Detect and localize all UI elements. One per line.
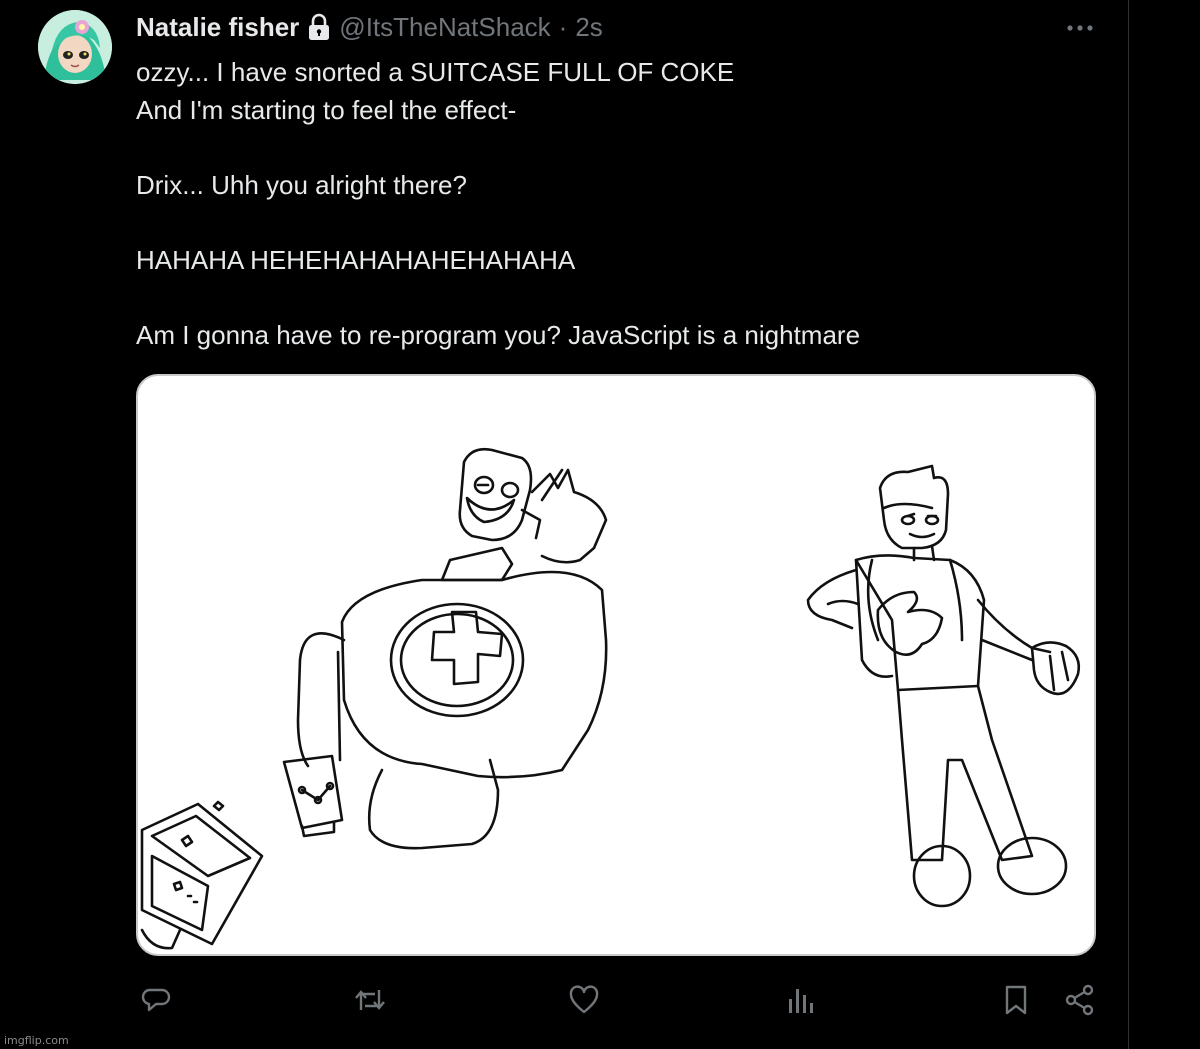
- tweet-actions: [136, 980, 1100, 1020]
- tweet-line: HAHAHA HEHEHAHAHAHEHAHAHA: [136, 244, 576, 275]
- tweet-line: [136, 279, 1116, 317]
- retweet-icon[interactable]: [350, 980, 390, 1020]
- tweet-line: [136, 204, 1116, 242]
- tweet-page: Natalie fisher @ItsTheNatShack · 2s ozzy…: [0, 0, 1200, 1049]
- views-icon[interactable]: [780, 980, 820, 1020]
- tweet-line: Drix... Uhh you alright there?: [136, 169, 467, 200]
- author-name[interactable]: Natalie fisher: [136, 12, 299, 43]
- tweet-line: Am I gonna have to re-program you? JavaS…: [136, 319, 861, 350]
- share-icon[interactable]: [1060, 980, 1100, 1020]
- reply-icon[interactable]: [136, 980, 176, 1020]
- more-icon[interactable]: [1060, 12, 1100, 44]
- tweet-media-image[interactable]: [136, 374, 1096, 956]
- human-drawing: [806, 464, 1081, 908]
- tweet-line: ozzy... I have snorted a SUITCASE FULL O…: [136, 57, 735, 87]
- header-separator: ·: [558, 11, 568, 42]
- watermark: imgflip.com: [4, 1034, 69, 1047]
- author-handle[interactable]: @ItsTheNatShack: [339, 12, 550, 43]
- column-divider: [1128, 0, 1129, 1049]
- tweet-time[interactable]: 2s: [575, 12, 602, 43]
- tweet-header: Natalie fisher @ItsTheNatShack · 2s: [136, 10, 603, 44]
- lock-icon: [307, 13, 331, 41]
- tweet-text: ozzy... I have snorted a SUITCASE FULL O…: [136, 54, 1116, 354]
- laptop-drawing: [140, 800, 264, 950]
- heart-icon[interactable]: [564, 980, 604, 1020]
- tweet-line: And I'm starting to feel the effect-: [136, 94, 517, 125]
- avatar[interactable]: [38, 10, 112, 84]
- tweet-line: [136, 129, 1116, 167]
- bookmark-icon[interactable]: [996, 980, 1036, 1020]
- robot-drawing: [282, 447, 608, 850]
